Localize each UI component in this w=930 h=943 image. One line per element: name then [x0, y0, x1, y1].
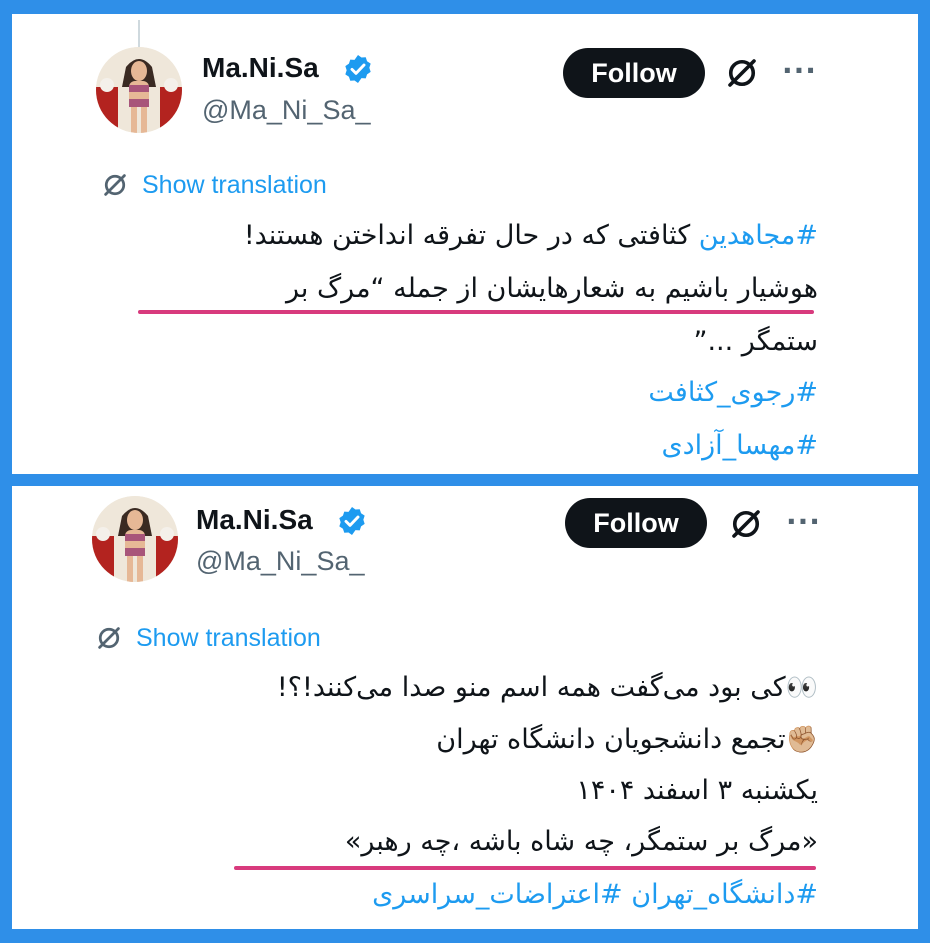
- highlight-underline: [234, 866, 816, 870]
- author-name[interactable]: Ma.Ni.Sa: [202, 52, 319, 84]
- hashtag-links[interactable]: #دانشگاه_تهران #اعتراضات_سراسری: [372, 879, 818, 910]
- follow-button[interactable]: Follow: [563, 48, 705, 98]
- follow-button[interactable]: Follow: [565, 498, 707, 548]
- author-handle[interactable]: @Ma_Ni_Sa_: [196, 546, 365, 577]
- hashtag-link[interactable]: #رجوی_کثافت: [648, 377, 818, 408]
- avatar[interactable]: [92, 496, 178, 582]
- show-translation-link[interactable]: Show translation: [94, 623, 321, 653]
- tweet-card-2: Ma.Ni.Sa @Ma_Ni_Sa_ Follow ··· Show tran…: [12, 486, 918, 929]
- hashtag-link[interactable]: #مجاهدین: [699, 220, 818, 251]
- tweet-text-line-1: #مجاهدین کثافتی که در حال تفرقه انداختن …: [244, 220, 818, 251]
- more-options-button[interactable]: ···: [782, 54, 817, 87]
- tweet-text-line-3: ستمگر ...”: [693, 326, 818, 357]
- avatar[interactable]: [96, 47, 182, 133]
- tweet-text-line-3: یکشنبه ۳ اسفند ۱۴۰۴: [576, 775, 818, 806]
- show-translation-link[interactable]: Show translation: [100, 170, 327, 200]
- avatar-illustration: [96, 47, 182, 133]
- verified-badge-icon: [339, 507, 365, 535]
- slashed-circle-icon[interactable]: [724, 55, 760, 91]
- author-handle[interactable]: @Ma_Ni_Sa_: [202, 95, 371, 126]
- slashed-circle-icon: [98, 627, 120, 649]
- tweet-text-line-2: ✊🏼تجمع دانشجویان دانشگاه تهران: [436, 724, 818, 755]
- more-options-button[interactable]: ···: [786, 505, 821, 538]
- show-translation-label: Show translation: [136, 623, 321, 652]
- slashed-circle-icon: [104, 174, 126, 196]
- tweet-card-1: Ma.Ni.Sa @Ma_Ni_Sa_ Follow ··· Show tran…: [12, 14, 918, 474]
- tweet-text: کثافتی که در حال تفرقه انداختن هستند!: [243, 220, 699, 251]
- slashed-circle-icon[interactable]: [728, 506, 764, 542]
- verified-badge-icon: [345, 55, 371, 83]
- show-translation-label: Show translation: [142, 170, 327, 199]
- avatar-illustration: [92, 496, 178, 582]
- tweet-text-line-1: 👀کی بود می‌گفت همه اسم منو صدا می‌کنند!؟…: [277, 672, 818, 703]
- highlight-underline: [138, 310, 814, 314]
- tweet-text-line-2: هوشیار باشیم به شعارهایشان از جمله “مرگ …: [286, 273, 818, 304]
- tweet-text: کی بود می‌گفت همه اسم منو صدا می‌کنند!؟!: [276, 672, 786, 703]
- tweet-text: تجمع دانشجویان دانشگاه تهران: [436, 724, 786, 755]
- tweet-text-line-4: «مرگ بر ستمگر، چه شاه باشه ،چه رهبر»: [344, 826, 818, 857]
- thread-connector-line: [138, 20, 140, 48]
- author-name[interactable]: Ma.Ni.Sa: [196, 504, 313, 536]
- hashtag-link[interactable]: #مهسا_آزادی: [661, 430, 818, 461]
- eyes-emoji-icon: 👀: [785, 673, 818, 703]
- raised-fist-emoji-icon: ✊🏼: [785, 725, 818, 755]
